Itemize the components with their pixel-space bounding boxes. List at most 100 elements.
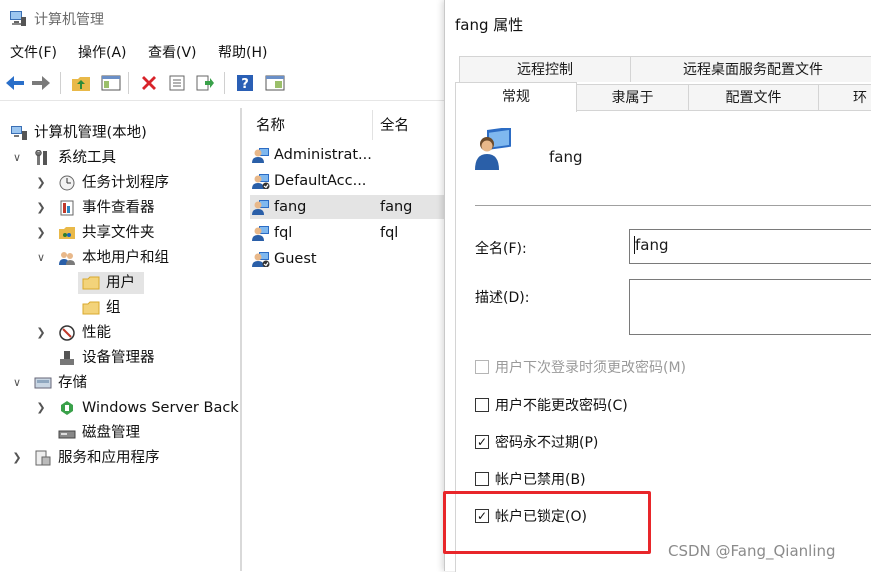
- properties-icon[interactable]: [166, 72, 188, 94]
- properties-dialog: fang 属性 远程控制 远程桌面服务配置文件 常规 隶属于 配置文件 环 fa…: [444, 0, 871, 572]
- help-icon[interactable]: ?: [234, 72, 256, 94]
- tree-item-label: 本地用户和组: [82, 250, 169, 266]
- tree-item-label: 性能: [82, 325, 111, 341]
- tree-item[interactable]: ❯ 共享文件夹: [0, 222, 240, 244]
- shared-folder-icon: [58, 225, 76, 241]
- tab-general[interactable]: 常规: [455, 82, 577, 112]
- menu-file[interactable]: 文件(F): [10, 42, 57, 62]
- dialog-title: fang 属性: [455, 16, 524, 34]
- tree-item[interactable]: ❯ 性能: [0, 322, 240, 344]
- folder-icon: [82, 300, 100, 316]
- computer-management-icon: [10, 125, 28, 141]
- tab-member-of[interactable]: 隶属于: [576, 84, 689, 110]
- tree-item-label: 设备管理器: [82, 350, 155, 366]
- user-icon: [252, 173, 270, 190]
- tree-item[interactable]: ∨ 存储: [0, 372, 240, 394]
- folder-icon: [82, 275, 100, 291]
- tree-item-label: 任务计划程序: [82, 175, 169, 191]
- chevron-down-icon[interactable]: ∨: [10, 372, 24, 394]
- tab-profile[interactable]: 配置文件: [688, 84, 819, 110]
- column-header-name[interactable]: 名称: [256, 114, 285, 135]
- view-icon[interactable]: [264, 72, 286, 94]
- forward-arrow-icon[interactable]: [30, 72, 52, 94]
- chevron-right-icon[interactable]: ❯: [34, 197, 48, 219]
- menu-help[interactable]: 帮助(H): [218, 42, 267, 62]
- user-list-row[interactable]: Administrat...: [250, 143, 444, 167]
- tree-item-label: 服务和应用程序: [58, 450, 160, 466]
- device-manager-icon: [58, 350, 76, 366]
- tree-item[interactable]: 用户: [78, 272, 144, 294]
- show-hide-tree-icon[interactable]: [100, 72, 122, 94]
- event-viewer-icon: [58, 200, 76, 216]
- tree-item[interactable]: ∨ 本地用户和组: [0, 247, 240, 269]
- computer-management-app-icon: [9, 9, 27, 31]
- checkbox-unchecked-icon[interactable]: [475, 472, 489, 486]
- separator: [475, 205, 871, 206]
- user-name-label: fang: [549, 148, 583, 166]
- tab-remote-control[interactable]: 远程控制: [459, 56, 631, 82]
- user-name-cell: DefaultAcc...: [274, 173, 367, 189]
- menu-action[interactable]: 操作(A): [78, 42, 127, 62]
- fullname-label: 全名(F):: [475, 241, 527, 257]
- tree-item[interactable]: 设备管理器: [0, 347, 240, 369]
- description-label: 描述(D):: [475, 290, 530, 306]
- user-list-row[interactable]: Guest: [250, 247, 444, 271]
- user-fullname-cell: fql: [380, 225, 399, 241]
- user-icon: [252, 225, 270, 241]
- tree-item-label: 系统工具: [58, 150, 116, 166]
- tree-item-label: Windows Server Back: [82, 400, 239, 416]
- highlight-annotation-box: [443, 491, 651, 554]
- main-title-bar: 计算机管理: [0, 0, 444, 36]
- toolbar: ?: [0, 66, 444, 101]
- checkbox-label: 用户不能更改密码(C): [495, 398, 628, 414]
- tab-environment[interactable]: 环: [818, 84, 871, 110]
- user-list-row[interactable]: DefaultAcc...: [250, 169, 444, 193]
- tree-item[interactable]: 组: [0, 297, 240, 319]
- users-groups-icon: [58, 250, 76, 266]
- up-folder-icon[interactable]: [70, 72, 92, 94]
- main-window-title: 计算机管理: [34, 12, 104, 28]
- description-input[interactable]: [629, 279, 871, 335]
- performance-icon: [58, 325, 76, 341]
- back-arrow-icon[interactable]: [4, 72, 26, 94]
- chevron-right-icon[interactable]: ❯: [34, 397, 48, 419]
- user-name-cell: Guest: [274, 251, 317, 267]
- chevron-right-icon[interactable]: ❯: [34, 172, 48, 194]
- chevron-right-icon[interactable]: ❯: [34, 222, 48, 244]
- tree-item[interactable]: 计算机管理(本地): [0, 122, 240, 144]
- menu-bar: 文件(F) 操作(A) 查看(V) 帮助(H): [0, 38, 444, 64]
- tree-item[interactable]: ∨ 系统工具: [0, 147, 240, 169]
- tree-item-label: 用户: [106, 275, 135, 291]
- menu-view[interactable]: 查看(V): [148, 42, 197, 62]
- user-name-cell: fang: [274, 199, 307, 215]
- user-icon: [252, 199, 270, 215]
- column-header-fullname[interactable]: 全名: [380, 114, 409, 135]
- user-list-row[interactable]: fql fql: [250, 221, 444, 245]
- tree-item[interactable]: ❯ 任务计划程序: [0, 172, 240, 194]
- watermark-text: CSDN @Fang_Qianling: [668, 542, 836, 560]
- tab-remote-desktop-profile[interactable]: 远程桌面服务配置文件: [630, 56, 871, 82]
- tools-icon: [34, 149, 52, 166]
- checkbox-label: 帐户已禁用(B): [495, 472, 586, 488]
- user-name-cell: Administrat...: [274, 147, 372, 163]
- tree-item[interactable]: 磁盘管理: [0, 422, 240, 444]
- fullname-input[interactable]: fang: [629, 229, 871, 264]
- chevron-down-icon[interactable]: ∨: [10, 147, 24, 169]
- export-icon[interactable]: [194, 72, 216, 94]
- tree-item[interactable]: ❯ 事件查看器: [0, 197, 240, 219]
- chevron-down-icon[interactable]: ∨: [34, 247, 48, 269]
- user-list-row[interactable]: fang fang: [250, 195, 444, 219]
- delete-icon[interactable]: [138, 72, 160, 94]
- chevron-right-icon[interactable]: ❯: [10, 447, 24, 469]
- user-icon: [252, 147, 270, 163]
- user-avatar-icon: [473, 126, 513, 176]
- tree-item-label: 计算机管理(本地): [34, 125, 147, 141]
- fullname-value: fang: [634, 236, 669, 254]
- tree-item[interactable]: ❯ 服务和应用程序: [0, 447, 240, 469]
- checkbox-label: 用户下次登录时须更改密码(M): [495, 360, 687, 376]
- checkbox-unchecked-icon[interactable]: [475, 398, 489, 412]
- chevron-right-icon[interactable]: ❯: [34, 322, 48, 344]
- user-icon: [252, 251, 270, 268]
- checkbox-checked-icon[interactable]: ✓: [475, 435, 489, 449]
- tree-item[interactable]: ❯ Windows Server Back: [0, 397, 240, 419]
